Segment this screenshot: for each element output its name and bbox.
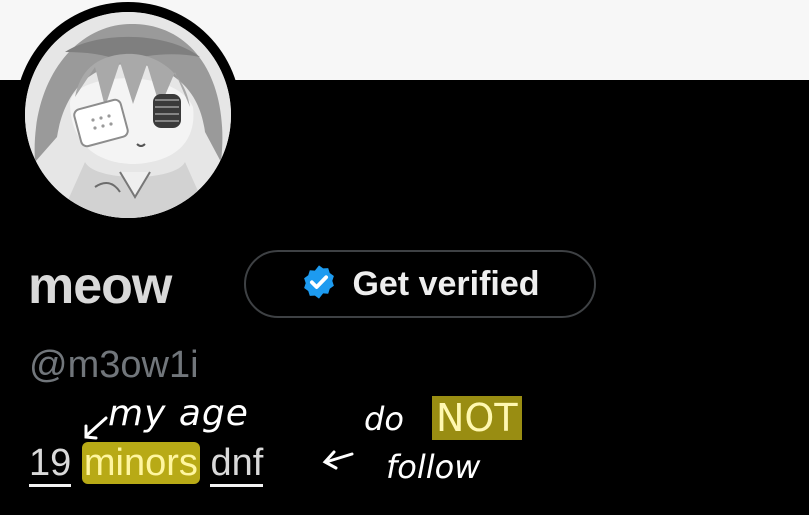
avatar[interactable] xyxy=(15,2,241,228)
annotation-follow: follow xyxy=(386,448,481,486)
get-verified-button[interactable]: Get verified xyxy=(244,250,596,318)
profile-screen: meow Get verified @m3ow1i my age 19 mino… xyxy=(0,0,809,515)
profile-bio: 19 minors dnf xyxy=(29,440,264,487)
verified-badge-icon xyxy=(300,263,338,306)
bio-minors-highlighted: minors xyxy=(81,442,200,484)
annotation-arrow-dnf xyxy=(322,450,354,470)
avatar-image xyxy=(25,12,231,218)
display-name: meow xyxy=(28,257,172,315)
get-verified-label: Get verified xyxy=(352,264,540,303)
profile-handle: @m3ow1i xyxy=(29,344,199,386)
annotation-my-age: my age xyxy=(108,393,249,434)
annotation-not-highlighted: NOT xyxy=(432,396,522,440)
annotation-do: do xyxy=(364,400,404,438)
bio-dnf: dnf xyxy=(210,442,264,487)
bio-age: 19 xyxy=(29,442,72,487)
